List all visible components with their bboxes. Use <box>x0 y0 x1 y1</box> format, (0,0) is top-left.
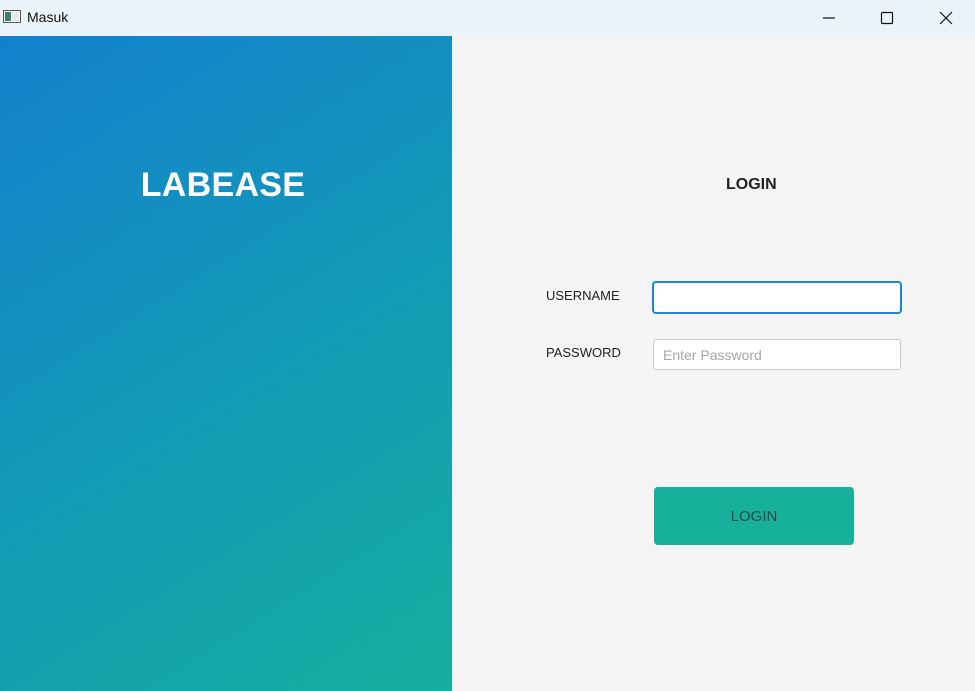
brand-panel: LABEASE <box>0 36 452 691</box>
close-button[interactable] <box>917 0 975 36</box>
maximize-icon <box>880 11 894 25</box>
password-label: PASSWORD <box>546 345 621 360</box>
username-input[interactable] <box>653 282 901 313</box>
title-bar: Masuk <box>0 0 975 36</box>
brand-title: LABEASE <box>140 166 306 204</box>
username-label: USERNAME <box>546 288 620 303</box>
login-button[interactable]: LOGIN <box>654 487 854 545</box>
app-icon <box>3 10 21 23</box>
password-input[interactable] <box>653 339 901 370</box>
window-title: Masuk <box>27 9 69 25</box>
minimize-button[interactable] <box>800 0 858 36</box>
login-panel: LOGIN USERNAME PASSWORD LOGIN <box>452 36 975 691</box>
maximize-button[interactable] <box>858 0 916 36</box>
close-icon <box>939 11 953 25</box>
minimize-icon <box>823 17 835 19</box>
login-heading: LOGIN <box>726 176 777 193</box>
